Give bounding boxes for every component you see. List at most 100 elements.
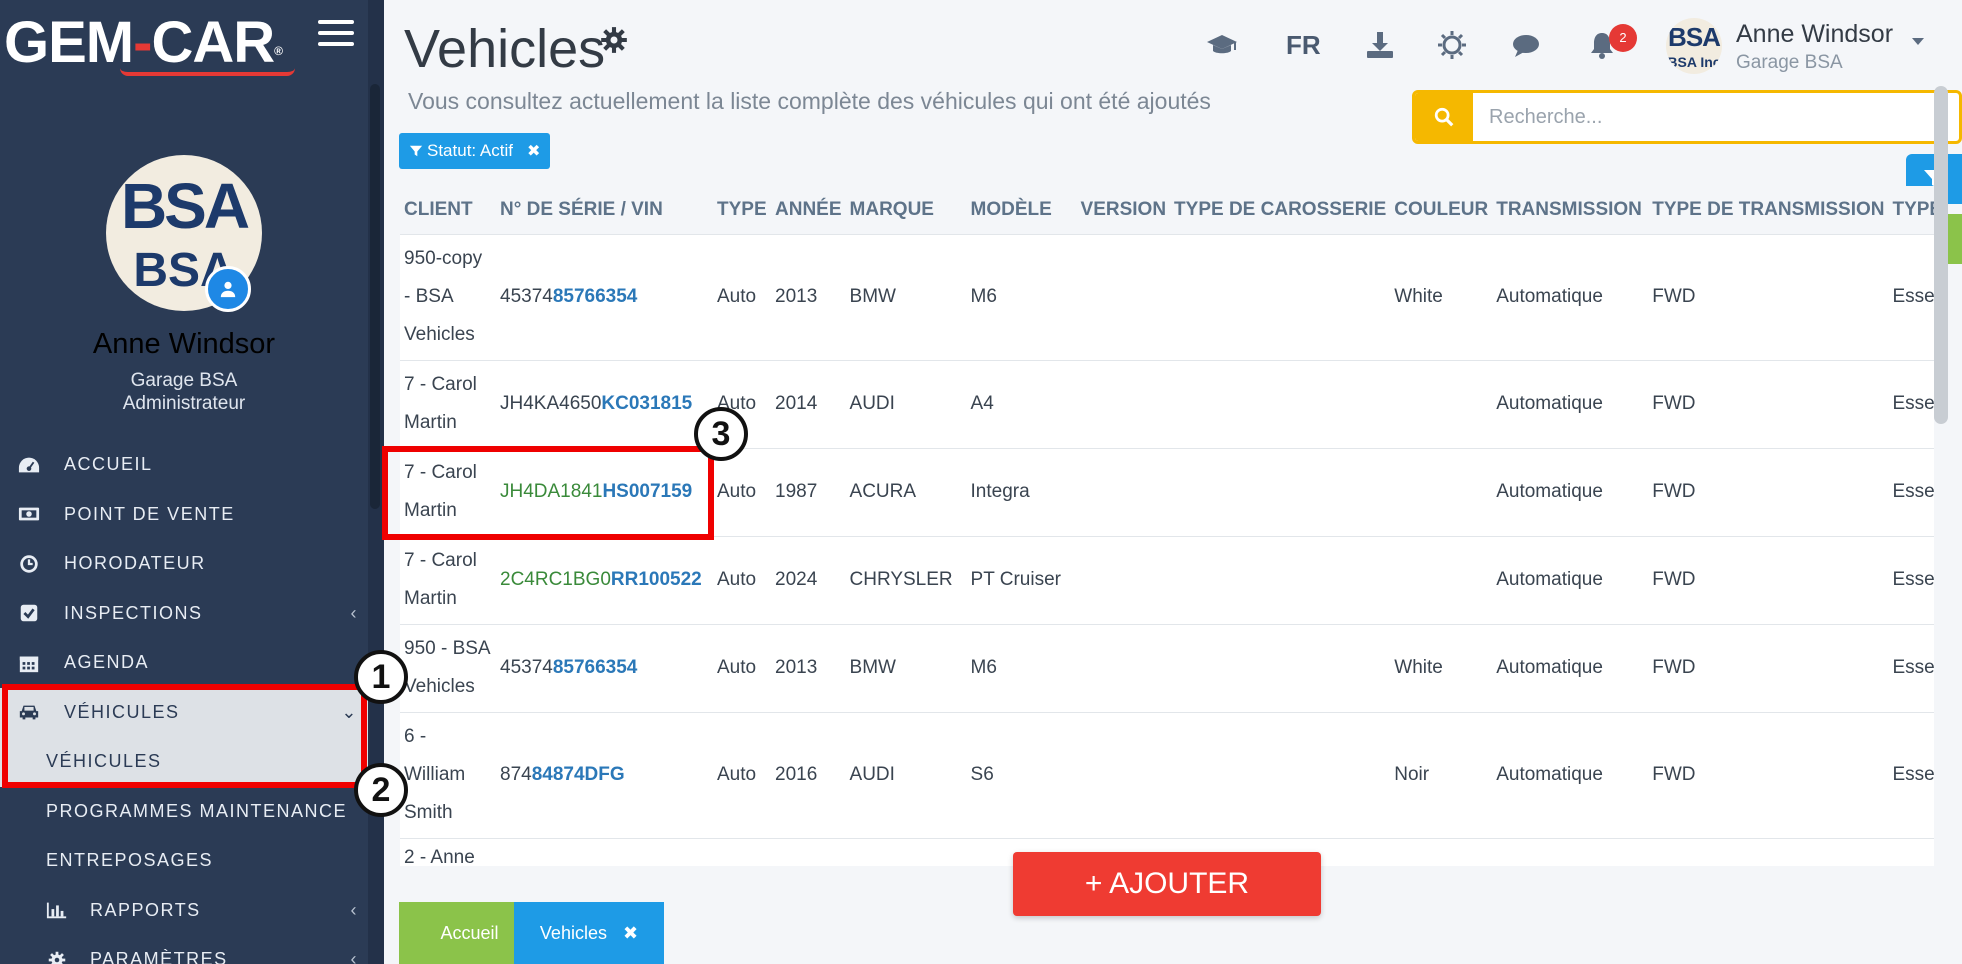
sidebar-item-point-de-vente[interactable]: POINT DE VENTE	[0, 490, 368, 540]
sidebar-user-garage: Garage BSA	[130, 370, 238, 391]
language-selector[interactable]: FR	[1286, 30, 1321, 61]
search-input[interactable]	[1479, 93, 1959, 141]
column-header[interactable]: ANNÉE	[771, 186, 846, 234]
sidebar-item-parametres[interactable]: PARAMÈTRES ‹	[0, 935, 368, 964]
cell-color	[1390, 837, 1493, 866]
sidebar-item-accueil[interactable]: ACCUEIL	[0, 440, 368, 490]
cell-fuel: Essence	[1888, 447, 1934, 536]
table-row[interactable]: 7 - Carol Martin JH4KA4650KC031815 Auto 201…	[400, 359, 1934, 448]
add-vehicle-button[interactable]: + AJOUTER	[1013, 852, 1321, 916]
cell-version	[1076, 359, 1171, 448]
cell-year: 2024	[771, 535, 846, 624]
cell-vin[interactable]	[496, 837, 713, 866]
sidebar-item-horodateur[interactable]: HORODATEUR	[0, 539, 368, 589]
table-row[interactable]: 950 - BSA Vehicles 4537485766354 Auto 2013 B…	[400, 623, 1934, 712]
page-settings-gear-icon[interactable]	[600, 26, 628, 54]
cell-model: M6	[966, 233, 1077, 360]
column-header[interactable]: VERSION	[1076, 186, 1171, 234]
cell-trans-type	[1648, 837, 1889, 866]
header-avatar[interactable]: BSA BSA Inc	[1666, 18, 1722, 74]
sidebar-user-role: Administrateur	[122, 393, 246, 414]
logo-swoosh	[120, 68, 295, 76]
table-row[interactable]: 7 - Carol Martin 2C4RC1BG0RR100522 Auto 202…	[400, 535, 1934, 624]
graduation-cap-icon[interactable]	[1204, 28, 1240, 62]
sidebar-subitem-entreposages[interactable]: ENTREPOSAGES	[0, 836, 368, 886]
vin-serial-link[interactable]: 85766354	[553, 657, 638, 678]
cell-trans-type: FWD	[1648, 447, 1889, 536]
column-header[interactable]: TRANSMISSION	[1492, 186, 1649, 234]
sidebar-item-agenda[interactable]: AGENDA	[0, 638, 368, 688]
cell-transmission: Automatique	[1492, 359, 1649, 448]
cell-model: PT Cruiser	[966, 535, 1077, 624]
vin-serial-link[interactable]: 85766354	[553, 286, 638, 307]
column-header[interactable]: CLIENT	[400, 186, 496, 234]
cell-type: Auto	[713, 233, 771, 360]
search-icon	[1434, 107, 1454, 127]
column-header[interactable]: MARQUE	[845, 186, 967, 234]
header-user-name[interactable]: Anne Windsor	[1736, 20, 1893, 49]
user-profile-icon[interactable]	[205, 266, 251, 312]
sidebar-user-name: Anne Windsor	[92, 328, 276, 360]
sidebar-item-inspections[interactable]: INSPECTIONS ‹	[0, 589, 368, 639]
filter-icon	[409, 145, 423, 157]
cell-client: 950-copy - BSA Vehicles	[400, 233, 496, 360]
bottom-tab-vehicles[interactable]: Vehicles ✖	[514, 902, 664, 964]
cell-trans-type: FWD	[1648, 535, 1889, 624]
cell-vin[interactable]: 4537485766354	[496, 233, 713, 360]
cell-fuel: Essence	[1888, 623, 1934, 712]
cell-vin[interactable]: 87484874DFG	[496, 711, 713, 838]
hamburger-menu-icon[interactable]	[318, 20, 354, 50]
cell-client: 6 - William Smith	[400, 711, 496, 838]
cell-vin[interactable]: 4537485766354	[496, 623, 713, 712]
download-icon[interactable]	[1362, 28, 1398, 62]
cell-color	[1390, 359, 1493, 448]
cell-version	[1076, 447, 1171, 536]
cell-vin[interactable]: JH4KA4650KC031815	[496, 359, 713, 448]
column-header[interactable]: MODÈLE	[966, 186, 1077, 234]
cell-make: BMW	[845, 623, 967, 712]
table-row[interactable]: 950-copy - BSA Vehicles 4537485766354 Auto…	[400, 233, 1934, 360]
column-header[interactable]: TYPE DE CAROSSERIE	[1170, 186, 1391, 234]
annotation-step-2: 2	[354, 763, 408, 817]
vin-prefix: 2C4RC1BG0	[500, 569, 611, 590]
chevron-left-icon[interactable]: ‹	[351, 949, 359, 964]
close-tab-icon[interactable]: ✖	[623, 923, 638, 944]
brightness-icon[interactable]	[1434, 28, 1470, 62]
vin-serial-link[interactable]: KC031815	[601, 393, 692, 414]
cell-body	[1170, 535, 1391, 624]
vin-serial-link[interactable]: 84874DFG	[532, 764, 625, 785]
annotation-highlight-vehicles-menu	[2, 684, 367, 788]
table-row[interactable]: 6 - William Smith 87484874DFG Auto 2016 AUDI…	[400, 711, 1934, 838]
filter-chip-statut[interactable]: Statut: Actif ✖	[399, 133, 551, 169]
checkbox-icon	[16, 603, 42, 623]
search-button[interactable]	[1415, 93, 1473, 141]
cell-fuel: Essence	[1888, 359, 1934, 448]
remove-filter-icon[interactable]: ✖	[527, 141, 540, 161]
table-scrollbar-thumb[interactable]	[1934, 86, 1948, 424]
cell-version	[1076, 711, 1171, 838]
cell-trans-type: FWD	[1648, 623, 1889, 712]
column-header[interactable]: TYPE	[713, 186, 771, 234]
chevron-left-icon[interactable]: ‹	[351, 900, 359, 921]
column-header[interactable]: N° DE SÉRIE / VIN	[496, 186, 713, 234]
money-icon	[16, 504, 42, 524]
cell-color: Noir	[1390, 711, 1493, 838]
cell-body	[1170, 623, 1391, 712]
sidebar-item-rapports[interactable]: RAPPORTS ‹	[0, 886, 368, 936]
vin-serial-link[interactable]: RR100522	[611, 569, 702, 590]
sidebar-scrollbar-thumb[interactable]	[370, 84, 380, 509]
cell-model: M6	[966, 623, 1077, 712]
sidebar-subitem-programmes-maintenance[interactable]: PROGRAMMES MAINTENANCE	[0, 787, 368, 837]
cell-body	[1170, 233, 1391, 360]
cell-trans-type: FWD	[1648, 359, 1889, 448]
cell-trans-type: FWD	[1648, 233, 1889, 360]
chevron-left-icon[interactable]: ‹	[351, 603, 359, 624]
column-header[interactable]: TYPE D	[1888, 186, 1934, 234]
column-header[interactable]: TYPE DE TRANSMISSION	[1648, 186, 1889, 234]
column-header[interactable]: COULEUR	[1390, 186, 1493, 234]
cell-model: S6	[966, 711, 1077, 838]
cell-transmission: Automatique	[1492, 623, 1649, 712]
chat-icon[interactable]	[1508, 28, 1544, 62]
user-menu-caret-icon[interactable]	[1912, 38, 1924, 45]
cell-vin[interactable]: 2C4RC1BG0RR100522	[496, 535, 713, 624]
